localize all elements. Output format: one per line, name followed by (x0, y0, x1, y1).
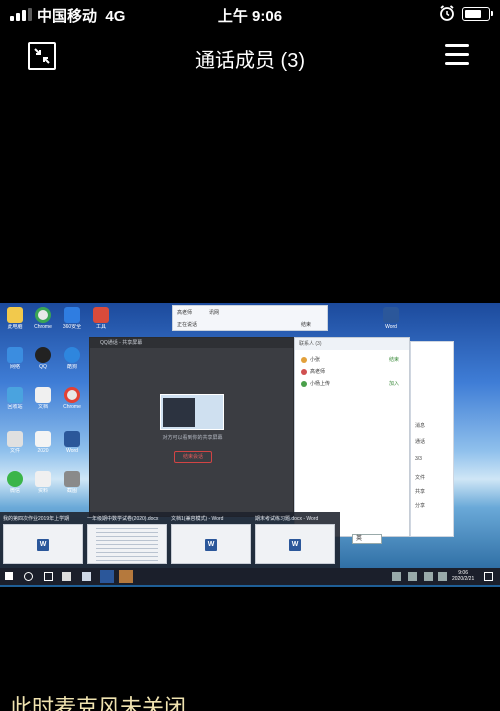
desktop-icon[interactable]: 网络 (2, 347, 28, 370)
page-indicator: 3/3 (415, 456, 422, 462)
hamburger-menu-icon (445, 44, 469, 47)
contacts-window[interactable]: 联系人 (3) 小张 结束 高老师 小杨上传 加入 (294, 337, 410, 537)
status-bar: 中国移动 4G 上午 9:06 (0, 0, 500, 28)
battery-level (465, 10, 482, 18)
window-thumbnail[interactable]: 文档1(兼容模式) - Word W (171, 515, 251, 565)
windows-taskbar: 9:06 2020/2/21 (0, 568, 500, 585)
menu-button[interactable] (445, 44, 469, 66)
window-thumbnail[interactable]: 一年级期中数学试卷(2020).docx (87, 515, 167, 565)
ime-indicator[interactable]: 英 (352, 534, 382, 544)
desktop-icon[interactable]: Word (378, 307, 404, 330)
meeting-caption: 对方可以看到你的共享屏幕 (162, 435, 223, 441)
meeting-window[interactable]: QQ通话 - 共享屏幕 对方可以看到你的共享屏幕 结束会话 (89, 337, 294, 517)
mail-icon[interactable] (82, 572, 91, 581)
task-view-icon[interactable] (44, 572, 53, 581)
notification-icon[interactable] (484, 572, 493, 581)
desktop-icon[interactable]: QQ (30, 347, 56, 370)
word-taskbar-icon[interactable] (100, 570, 114, 583)
document-preview (96, 528, 158, 562)
windows-start-icon[interactable] (5, 572, 13, 580)
popup-name: 讯网 (209, 310, 220, 316)
bottom-caption: 此时麦克风未关闭 (10, 695, 187, 711)
call-header: 通话成员 (3) (0, 30, 500, 86)
call-members-title: 通话成员 (3) (195, 50, 305, 72)
contact-row[interactable]: 小杨上传 加入 (301, 380, 405, 389)
word-icon: W (37, 539, 49, 551)
contacts-header: 联系人 (3) (295, 338, 409, 350)
status-time: 上午 9:06 (217, 8, 283, 25)
end-session-button[interactable]: 结束会话 (174, 451, 212, 463)
word-icon: W (289, 539, 301, 551)
window-thumbnail[interactable]: 期末考试练习题.docx - Word W (255, 515, 335, 565)
desktop-icon[interactable]: 文档 (30, 387, 56, 410)
avatar (301, 356, 307, 363)
avatar (301, 368, 307, 375)
tray-icon[interactable] (408, 572, 417, 581)
volume-icon[interactable] (424, 572, 433, 581)
desktop-icon[interactable]: 工具 (88, 307, 114, 330)
desktop-icon[interactable]: Word (59, 431, 85, 454)
popup-status: 正在说话 (177, 322, 198, 328)
tray-clock[interactable]: 9:06 2020/2/21 (452, 570, 474, 582)
tray-icon[interactable] (392, 572, 401, 581)
contact-row[interactable]: 小张 结束 (301, 356, 405, 365)
shared-screen-view[interactable]: 此电脑 Chrome 360安全 工具 网络 QQ 酷狗 回收站 文档 Chro… (0, 303, 500, 587)
speaking-popup: 高老师 讯网 正在说话 结束 (172, 305, 328, 331)
avatar (301, 380, 307, 387)
desktop-icon[interactable]: 回收站 (2, 387, 28, 410)
battery-icon (462, 7, 493, 21)
desktop-icon[interactable]: 截图 (59, 471, 85, 494)
meeting-window-title: QQ通话 - 共享屏幕 (90, 338, 293, 348)
desktop-icon[interactable]: 文件 (2, 431, 28, 454)
popup-end-button[interactable]: 结束 (301, 321, 311, 328)
desktop-icon[interactable]: 360安全 (59, 307, 85, 330)
ime-tray-icon[interactable] (438, 572, 447, 581)
app-taskbar-icon[interactable] (119, 570, 133, 583)
store-icon[interactable] (62, 572, 71, 581)
contact-row[interactable]: 高老师 (301, 368, 405, 377)
popup-name: 高老师 (177, 310, 193, 316)
desktop-icon[interactable]: 此电脑 (2, 307, 28, 330)
alarm-clock-icon (440, 5, 454, 21)
desktop-icon[interactable]: 微信 (2, 471, 28, 494)
window-thumbnail[interactable]: 我的第四次作业2019年上学期 W (3, 515, 83, 565)
screen-preview (160, 394, 224, 430)
desktop-icon[interactable]: 2020 (30, 431, 56, 454)
desktop-icon[interactable]: Chrome (59, 387, 85, 410)
word-icon: W (205, 539, 217, 551)
desktop-icon[interactable]: 资料 (30, 471, 56, 494)
desktop-icon[interactable]: 酷狗 (59, 347, 85, 370)
desktop-icon[interactable]: Chrome (30, 307, 56, 330)
search-icon[interactable] (24, 572, 33, 581)
chat-side-panel[interactable]: 3/3 消息 通话 文件 共享 分享 (410, 341, 454, 537)
taskbar-thumbnails: 我的第四次作业2019年上学期 W 一年级期中数学试卷(2020).docx 文… (0, 512, 340, 568)
